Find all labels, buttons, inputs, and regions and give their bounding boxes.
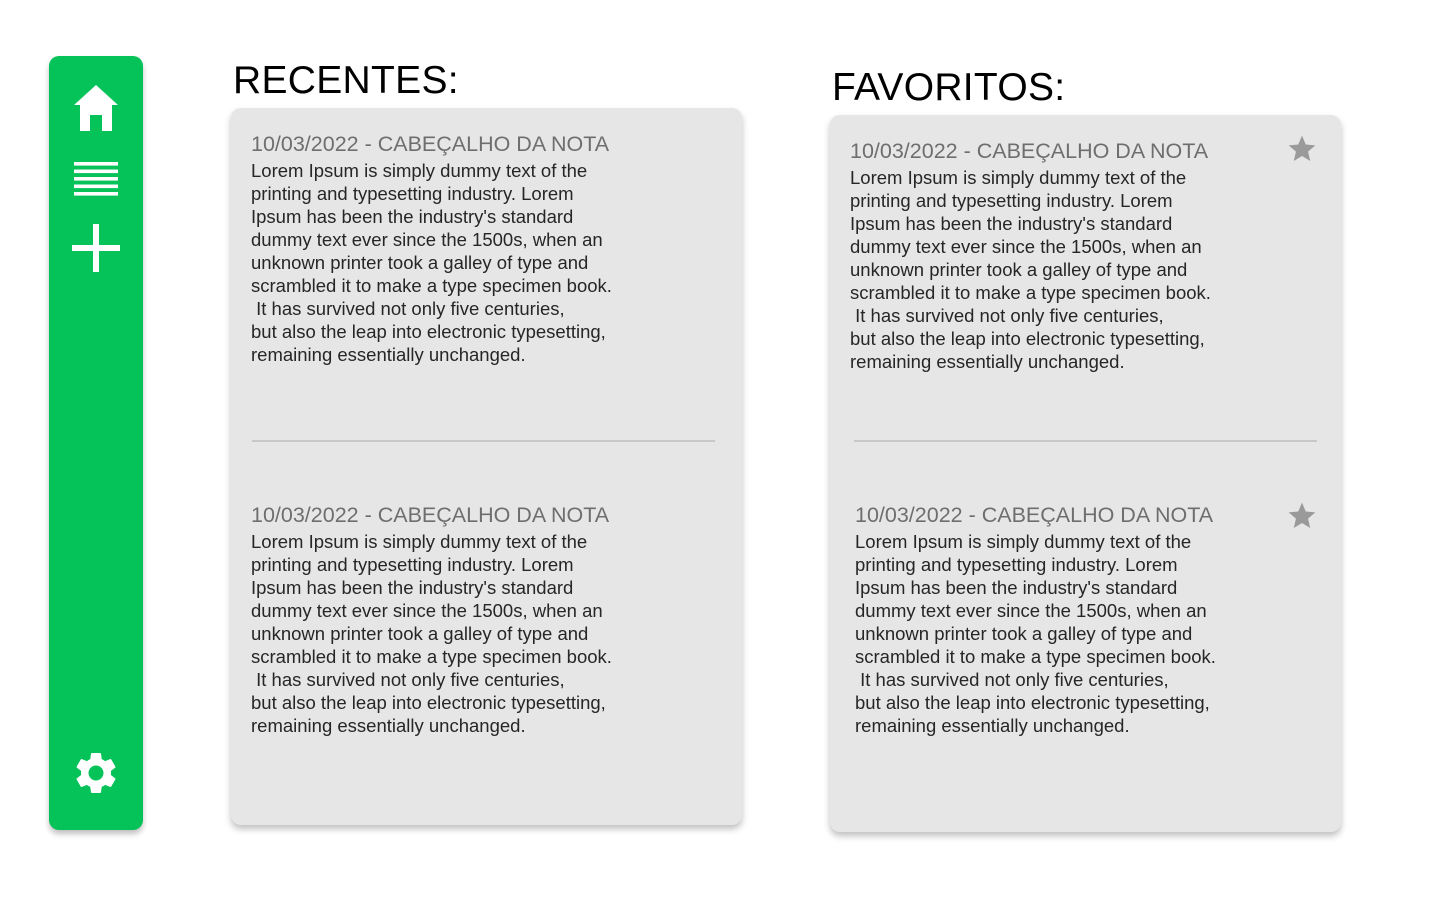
star-icon[interactable]: [1286, 500, 1318, 532]
plus-icon: [72, 224, 120, 272]
list-button[interactable]: [49, 158, 143, 198]
sidebar: [49, 56, 143, 830]
note-body: Lorem Ipsum is simply dummy text of the …: [251, 159, 612, 365]
recentes-note-2[interactable]: 10/03/2022 - CABEÇALHO DA NOTA Lorem Ips…: [251, 503, 671, 737]
home-button[interactable]: [49, 82, 143, 134]
note-divider: [252, 440, 715, 442]
favoritos-note-2[interactable]: 10/03/2022 - CABEÇALHO DA NOTA Lorem Ips…: [855, 503, 1275, 737]
recentes-note-1[interactable]: 10/03/2022 - CABEÇALHO DA NOTA Lorem Ips…: [251, 132, 671, 366]
note-header: 10/03/2022 - CABEÇALHO DA NOTA: [251, 132, 610, 156]
home-icon: [74, 85, 118, 131]
note-divider: [854, 440, 1317, 442]
gear-icon: [76, 753, 116, 793]
note-body: Lorem Ipsum is simply dummy text of the …: [850, 166, 1211, 372]
recentes-title: RECENTES:: [233, 59, 459, 102]
note-header: 10/03/2022 - CABEÇALHO DA NOTA: [855, 503, 1214, 527]
note-body: Lorem Ipsum is simply dummy text of the …: [855, 530, 1216, 736]
settings-button[interactable]: [49, 746, 143, 800]
list-icon: [74, 162, 118, 196]
note-body: Lorem Ipsum is simply dummy text of the …: [251, 530, 612, 736]
star-icon[interactable]: [1286, 133, 1318, 165]
favoritos-title: FAVORITOS:: [832, 66, 1066, 109]
favoritos-note-1[interactable]: 10/03/2022 - CABEÇALHO DA NOTA Lorem Ips…: [850, 139, 1270, 373]
add-note-button[interactable]: [49, 222, 143, 274]
favoritos-panel: 10/03/2022 - CABEÇALHO DA NOTA Lorem Ips…: [830, 115, 1341, 832]
recentes-panel: 10/03/2022 - CABEÇALHO DA NOTA Lorem Ips…: [231, 108, 742, 825]
note-header: 10/03/2022 - CABEÇALHO DA NOTA: [850, 139, 1209, 163]
note-header: 10/03/2022 - CABEÇALHO DA NOTA: [251, 503, 610, 527]
